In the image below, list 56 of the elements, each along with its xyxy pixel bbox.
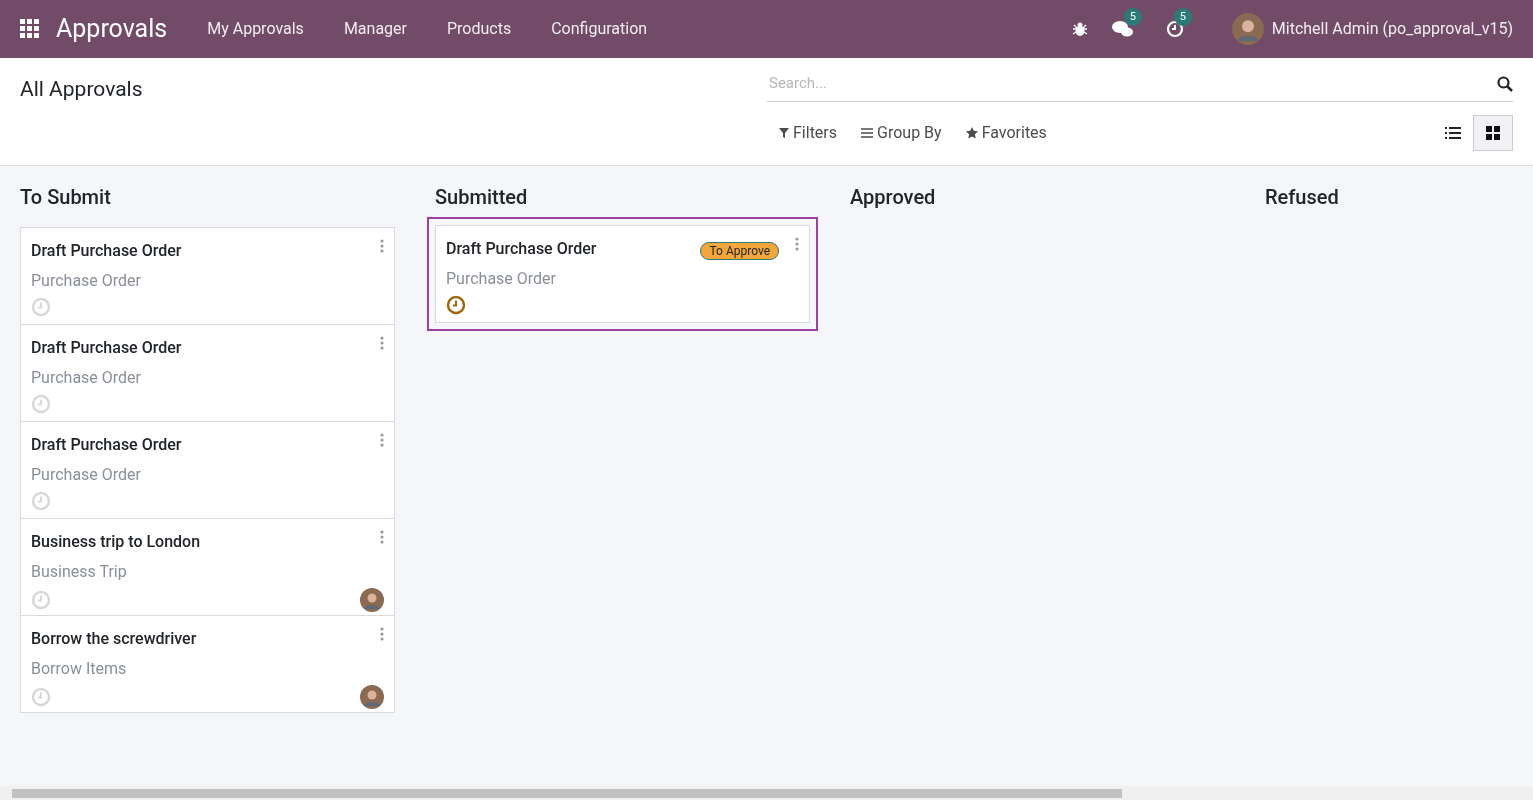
message-count-badge: 5 [1123,8,1142,26]
dots-icon[interactable] [380,530,384,544]
kanban-card[interactable]: Borrow the screwdriver Borrow Items [20,615,395,713]
filter-toggle[interactable]: Group By [849,114,954,152]
card-subtitle: Borrow Items [31,658,128,680]
breadcrumb: All Approvals [20,77,143,101]
chat-icon[interactable] [1111,20,1134,38]
card-title: Borrow the screwdriver [31,628,197,650]
card-title: Business trip to London [31,531,201,553]
card-subtitle: Business Trip [31,561,128,583]
kanban-card[interactable]: Business trip to London Business Trip [20,518,395,616]
kanban-view-button[interactable] [1473,115,1513,151]
app-title[interactable]: Approvals [56,10,168,48]
avatar-icon[interactable] [1231,13,1264,45]
lines-icon [861,128,874,138]
menu-item[interactable]: Manager [343,17,407,41]
search-icon[interactable] [1497,75,1513,92]
card-title: Draft Purchase Order [31,434,182,456]
column-title: To Submit [20,186,112,209]
star-icon [965,127,978,139]
dots-icon[interactable] [380,433,384,447]
filter-toggle[interactable]: Filters [767,114,850,152]
apps-grid-icon[interactable] [20,19,40,39]
status-tag: To Approve [700,242,779,260]
bug-icon[interactable] [1071,21,1088,37]
card-title: Draft Purchase Order [31,337,182,359]
column-title: Submitted [435,186,529,209]
clock-icon[interactable] [446,295,466,315]
kanban-card[interactable]: Draft Purchase Order To Approve Purchase Order [435,225,810,323]
column-title: Approved [850,186,937,209]
horizontal-scrollbar[interactable] [0,786,1533,800]
card-subtitle: Purchase Order [446,268,557,290]
card-subtitle: Purchase Order [31,270,142,292]
card-subtitle: Purchase Order [31,367,142,389]
activity-count-badge: 5 [1173,8,1192,26]
column-title: Refused [1265,186,1340,209]
menu-item[interactable]: Products [447,17,512,41]
dots-icon[interactable] [380,336,384,350]
kanban-card[interactable]: Draft Purchase Order Purchase Order [20,324,395,422]
filter-toggle[interactable]: Favorites [953,114,1059,152]
kanban-card[interactable]: Draft Purchase Order Purchase Order [20,421,395,519]
dots-icon[interactable] [380,239,384,253]
dots-icon[interactable] [795,237,799,251]
search-input[interactable]: Search... [767,72,1497,95]
dots-icon[interactable] [380,627,384,641]
card-title: Draft Purchase Order [31,240,182,262]
grid-icon [1486,126,1500,140]
card-title: Draft Purchase Order [446,238,597,260]
menu-item[interactable]: Configuration [551,17,648,41]
list-icon [1445,127,1461,139]
user-name[interactable]: Mitchell Admin (po_approval_v15) [1271,17,1513,41]
kanban-card[interactable]: Draft Purchase Order Purchase Order [20,227,395,325]
search-field[interactable]: Search... [767,66,1513,102]
funnel-icon [779,128,789,138]
menu-item[interactable]: My Approvals [207,17,304,41]
card-subtitle: Purchase Order [31,464,142,486]
